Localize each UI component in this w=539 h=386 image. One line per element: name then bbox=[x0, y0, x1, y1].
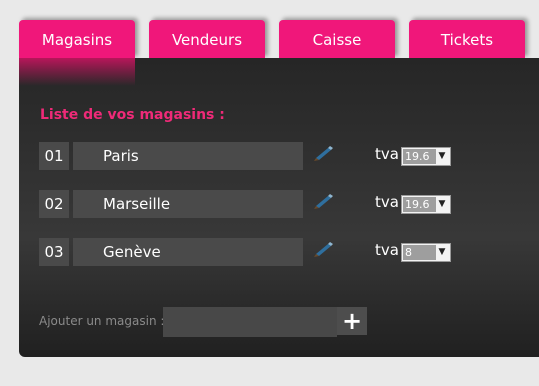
pen-icon[interactable] bbox=[311, 190, 335, 210]
tab-vendeurs[interactable]: Vendeurs bbox=[149, 20, 265, 58]
tva-selected-value: 19.6 bbox=[403, 197, 436, 212]
add-store-button[interactable]: + bbox=[337, 307, 367, 335]
tva-select[interactable]: 19.6 ▼ bbox=[401, 147, 451, 166]
add-store-label: Ajouter un magasin : bbox=[39, 314, 165, 328]
tva-label: tva bbox=[375, 145, 399, 163]
store-number: 03 bbox=[39, 238, 69, 266]
tva-select[interactable]: 8 ▼ bbox=[401, 243, 451, 262]
store-name: Genève bbox=[103, 243, 161, 261]
store-number: 02 bbox=[39, 190, 69, 218]
add-store-input[interactable] bbox=[163, 307, 337, 337]
chevron-down-icon: ▼ bbox=[438, 151, 446, 161]
chevron-down-icon: ▼ bbox=[438, 247, 446, 257]
active-tab-connector bbox=[19, 58, 135, 86]
store-name-field[interactable]: Genève bbox=[73, 238, 303, 266]
store-name-field[interactable]: Marseille bbox=[73, 190, 303, 218]
chevron-down-icon: ▼ bbox=[438, 199, 446, 209]
tva-selected-value: 8 bbox=[403, 245, 436, 260]
pen-icon[interactable] bbox=[311, 142, 335, 162]
section-title: Liste de vos magasins : bbox=[40, 107, 225, 123]
tva-label: tva bbox=[375, 193, 399, 211]
tva-select[interactable]: 19.6 ▼ bbox=[401, 195, 451, 214]
store-name: Marseille bbox=[103, 195, 171, 213]
tab-caisse[interactable]: Caisse bbox=[279, 20, 395, 58]
tva-selected-value: 19.6 bbox=[403, 149, 436, 164]
store-name-field[interactable]: Paris bbox=[73, 142, 303, 170]
store-number: 01 bbox=[39, 142, 69, 170]
tva-label: tva bbox=[375, 241, 399, 259]
tab-magasins[interactable]: Magasins bbox=[19, 20, 135, 58]
store-name: Paris bbox=[103, 147, 139, 165]
tab-tickets[interactable]: Tickets bbox=[409, 20, 525, 58]
pen-icon[interactable] bbox=[311, 238, 335, 258]
